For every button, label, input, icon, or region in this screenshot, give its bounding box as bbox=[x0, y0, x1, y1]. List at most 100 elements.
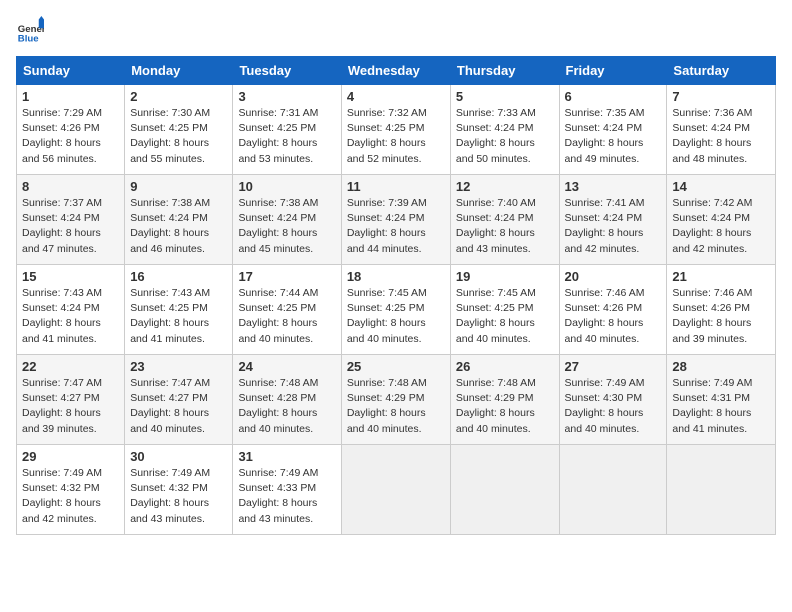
calendar-cell: 21 Sunrise: 7:46 AMSunset: 4:26 PMDayligh… bbox=[667, 265, 776, 355]
day-number: 4 bbox=[347, 89, 445, 104]
day-info: Sunrise: 7:49 AMSunset: 4:31 PMDaylight:… bbox=[672, 376, 770, 437]
day-number: 17 bbox=[238, 269, 335, 284]
day-info: Sunrise: 7:49 AMSunset: 4:33 PMDaylight:… bbox=[238, 466, 335, 527]
day-info: Sunrise: 7:38 AMSunset: 4:24 PMDaylight:… bbox=[238, 196, 335, 257]
calendar-cell: 2 Sunrise: 7:30 AMSunset: 4:25 PMDaylight… bbox=[125, 85, 233, 175]
calendar-cell: 10 Sunrise: 7:38 AMSunset: 4:24 PMDayligh… bbox=[233, 175, 341, 265]
day-number: 12 bbox=[456, 179, 554, 194]
day-info: Sunrise: 7:49 AMSunset: 4:32 PMDaylight:… bbox=[130, 466, 227, 527]
calendar-cell: 28 Sunrise: 7:49 AMSunset: 4:31 PMDayligh… bbox=[667, 355, 776, 445]
day-number: 31 bbox=[238, 449, 335, 464]
calendar-cell: 5Sunrise: 7:33 AMSunset: 4:24 PMDaylight… bbox=[450, 85, 559, 175]
day-number: 29 bbox=[22, 449, 119, 464]
weekday-header: Sunday bbox=[17, 57, 125, 85]
calendar-cell: 3Sunrise: 7:31 AMSunset: 4:25 PMDaylight… bbox=[233, 85, 341, 175]
day-info: Sunrise: 7:33 AMSunset: 4:24 PMDaylight:… bbox=[456, 106, 554, 167]
day-info: Sunrise: 7:46 AMSunset: 4:26 PMDaylight:… bbox=[672, 286, 770, 347]
calendar-cell: 6 Sunrise: 7:35 AMSunset: 4:24 PMDaylight… bbox=[559, 85, 667, 175]
calendar-cell: 15 Sunrise: 7:43 AMSunset: 4:24 PMDayligh… bbox=[17, 265, 125, 355]
calendar-cell: 11Sunrise: 7:39 AMSunset: 4:24 PMDayligh… bbox=[341, 175, 450, 265]
day-number: 30 bbox=[130, 449, 227, 464]
calendar-cell: 14 Sunrise: 7:42 AMSunset: 4:24 PMDayligh… bbox=[667, 175, 776, 265]
day-number: 7 bbox=[672, 89, 770, 104]
day-info: Sunrise: 7:32 AMSunset: 4:25 PMDaylight:… bbox=[347, 106, 445, 167]
weekday-header: Friday bbox=[559, 57, 667, 85]
day-info: Sunrise: 7:44 AMSunset: 4:25 PMDaylight:… bbox=[238, 286, 335, 347]
day-info: Sunrise: 7:49 AMSunset: 4:32 PMDaylight:… bbox=[22, 466, 119, 527]
day-info: Sunrise: 7:41 AMSunset: 4:24 PMDaylight:… bbox=[565, 196, 662, 257]
calendar-cell: 16 Sunrise: 7:43 AMSunset: 4:25 PMDayligh… bbox=[125, 265, 233, 355]
calendar-cell: 13 Sunrise: 7:41 AMSunset: 4:24 PMDayligh… bbox=[559, 175, 667, 265]
day-info: Sunrise: 7:45 AMSunset: 4:25 PMDaylight:… bbox=[347, 286, 445, 347]
calendar-cell: 17 Sunrise: 7:44 AMSunset: 4:25 PMDayligh… bbox=[233, 265, 341, 355]
day-info: Sunrise: 7:45 AMSunset: 4:25 PMDaylight:… bbox=[456, 286, 554, 347]
calendar-cell bbox=[341, 445, 450, 535]
svg-text:Blue: Blue bbox=[18, 33, 39, 44]
day-number: 1 bbox=[22, 89, 119, 104]
day-info: Sunrise: 7:48 AMSunset: 4:28 PMDaylight:… bbox=[238, 376, 335, 437]
day-number: 25 bbox=[347, 359, 445, 374]
calendar-cell: 1 Sunrise: 7:29 AMSunset: 4:26 PMDaylight… bbox=[17, 85, 125, 175]
day-info: Sunrise: 7:35 AMSunset: 4:24 PMDaylight:… bbox=[565, 106, 662, 167]
calendar-cell: 22Sunrise: 7:47 AMSunset: 4:27 PMDayligh… bbox=[17, 355, 125, 445]
day-info: Sunrise: 7:37 AMSunset: 4:24 PMDaylight:… bbox=[22, 196, 119, 257]
day-info: Sunrise: 7:43 AMSunset: 4:25 PMDaylight:… bbox=[130, 286, 227, 347]
day-number: 19 bbox=[456, 269, 554, 284]
day-info: Sunrise: 7:48 AMSunset: 4:29 PMDaylight:… bbox=[347, 376, 445, 437]
page-header: General Blue bbox=[16, 16, 776, 44]
calendar-cell bbox=[450, 445, 559, 535]
calendar-cell: 12 Sunrise: 7:40 AMSunset: 4:24 PMDayligh… bbox=[450, 175, 559, 265]
day-number: 21 bbox=[672, 269, 770, 284]
weekday-header: Thursday bbox=[450, 57, 559, 85]
day-number: 18 bbox=[347, 269, 445, 284]
day-number: 13 bbox=[565, 179, 662, 194]
day-number: 3 bbox=[238, 89, 335, 104]
day-info: Sunrise: 7:48 AMSunset: 4:29 PMDaylight:… bbox=[456, 376, 554, 437]
day-number: 10 bbox=[238, 179, 335, 194]
calendar-cell: 9 Sunrise: 7:38 AMSunset: 4:24 PMDaylight… bbox=[125, 175, 233, 265]
day-info: Sunrise: 7:47 AMSunset: 4:27 PMDaylight:… bbox=[130, 376, 227, 437]
day-number: 28 bbox=[672, 359, 770, 374]
calendar-cell bbox=[667, 445, 776, 535]
day-number: 27 bbox=[565, 359, 662, 374]
day-number: 2 bbox=[130, 89, 227, 104]
calendar-cell bbox=[559, 445, 667, 535]
day-info: Sunrise: 7:49 AMSunset: 4:30 PMDaylight:… bbox=[565, 376, 662, 437]
calendar-table: SundayMondayTuesdayWednesdayThursdayFrid… bbox=[16, 56, 776, 535]
day-info: Sunrise: 7:30 AMSunset: 4:25 PMDaylight:… bbox=[130, 106, 227, 167]
calendar-cell: 24 Sunrise: 7:48 AMSunset: 4:28 PMDayligh… bbox=[233, 355, 341, 445]
weekday-header: Monday bbox=[125, 57, 233, 85]
calendar-cell: 31 Sunrise: 7:49 AMSunset: 4:33 PMDayligh… bbox=[233, 445, 341, 535]
day-number: 16 bbox=[130, 269, 227, 284]
calendar-cell: 20Sunrise: 7:46 AMSunset: 4:26 PMDayligh… bbox=[559, 265, 667, 355]
day-info: Sunrise: 7:40 AMSunset: 4:24 PMDaylight:… bbox=[456, 196, 554, 257]
day-info: Sunrise: 7:38 AMSunset: 4:24 PMDaylight:… bbox=[130, 196, 227, 257]
calendar-cell: 19 Sunrise: 7:45 AMSunset: 4:25 PMDayligh… bbox=[450, 265, 559, 355]
weekday-header: Saturday bbox=[667, 57, 776, 85]
day-number: 6 bbox=[565, 89, 662, 104]
day-info: Sunrise: 7:39 AMSunset: 4:24 PMDaylight:… bbox=[347, 196, 445, 257]
calendar-cell: 25 Sunrise: 7:48 AMSunset: 4:29 PMDayligh… bbox=[341, 355, 450, 445]
day-info: Sunrise: 7:42 AMSunset: 4:24 PMDaylight:… bbox=[672, 196, 770, 257]
day-number: 26 bbox=[456, 359, 554, 374]
day-number: 14 bbox=[672, 179, 770, 194]
calendar-cell: 7Sunrise: 7:36 AMSunset: 4:24 PMDaylight… bbox=[667, 85, 776, 175]
day-info: Sunrise: 7:43 AMSunset: 4:24 PMDaylight:… bbox=[22, 286, 119, 347]
calendar-cell: 26 Sunrise: 7:48 AMSunset: 4:29 PMDayligh… bbox=[450, 355, 559, 445]
day-info: Sunrise: 7:29 AMSunset: 4:26 PMDaylight:… bbox=[22, 106, 119, 167]
day-number: 15 bbox=[22, 269, 119, 284]
logo-icon: General Blue bbox=[16, 16, 44, 44]
calendar-cell: 18 Sunrise: 7:45 AMSunset: 4:25 PMDayligh… bbox=[341, 265, 450, 355]
day-number: 9 bbox=[130, 179, 227, 194]
day-info: Sunrise: 7:46 AMSunset: 4:26 PMDaylight:… bbox=[565, 286, 662, 347]
calendar-cell: 8 Sunrise: 7:37 AMSunset: 4:24 PMDaylight… bbox=[17, 175, 125, 265]
calendar-cell: 4 Sunrise: 7:32 AMSunset: 4:25 PMDaylight… bbox=[341, 85, 450, 175]
day-info: Sunrise: 7:47 AMSunset: 4:27 PMDaylight:… bbox=[22, 376, 119, 437]
weekday-header: Tuesday bbox=[233, 57, 341, 85]
calendar-cell: 30 Sunrise: 7:49 AMSunset: 4:32 PMDayligh… bbox=[125, 445, 233, 535]
calendar-cell: 23Sunrise: 7:47 AMSunset: 4:27 PMDayligh… bbox=[125, 355, 233, 445]
day-number: 24 bbox=[238, 359, 335, 374]
weekday-header: Wednesday bbox=[341, 57, 450, 85]
day-number: 8 bbox=[22, 179, 119, 194]
logo: General Blue bbox=[16, 16, 48, 44]
